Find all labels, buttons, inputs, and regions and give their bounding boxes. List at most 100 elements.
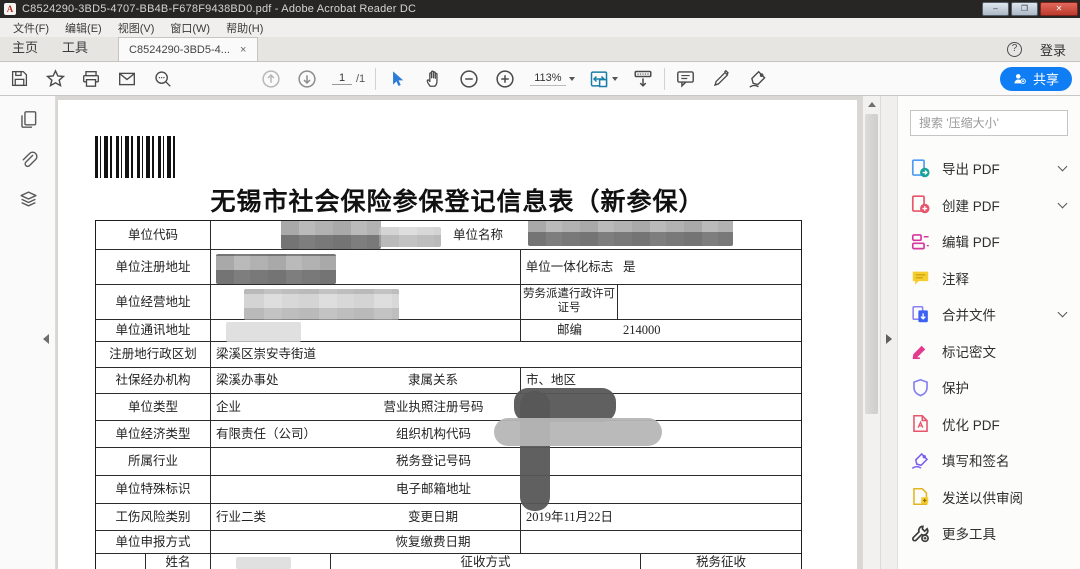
table-cell: 隶属关系 [346,368,521,393]
chevron-down-icon [612,77,618,81]
tool-export-pdf[interactable]: 导出 PDF [910,150,1068,187]
tool-label: 更多工具 [942,523,996,543]
close-button[interactable]: ✕ [1040,2,1078,16]
tool-label: 优化 PDF [942,414,1000,434]
redaction-block [281,220,381,249]
save-icon[interactable] [8,68,30,90]
tool-more-tools[interactable]: 更多工具 [910,515,1068,552]
attachments-icon[interactable] [0,142,56,176]
menu-help[interactable]: 帮助(H) [219,18,270,38]
table-cell: 行业二类 [211,504,346,530]
comment-tool-icon[interactable] [675,68,697,90]
share-button[interactable]: 共享 [1000,67,1072,91]
tool-optimize-pdf[interactable]: 优化 PDF [910,406,1068,443]
email-icon[interactable] [116,68,138,90]
table-row: 单位经营地址劳务派遣行政许可证号 [96,285,801,320]
redaction-block [494,418,662,446]
redaction-block [236,557,291,569]
expand-right-panel-icon[interactable] [886,334,892,344]
table-cell: 邮编 [521,320,618,341]
collapse-left-panel-icon[interactable] [43,334,49,344]
redaction-block [528,220,733,246]
scroll-up-icon[interactable] [863,96,880,112]
table-cell: 注册地行政区划 [96,342,211,367]
registration-table: 单位代码单位名称单位注册地址单位一体化标志是单位经营地址劳务派遣行政许可证号单位… [95,220,802,569]
tool-label: 编辑 PDF [942,231,1000,251]
table-cell: 所属行业 [96,448,211,475]
hand-tool-icon[interactable] [422,68,444,90]
table-row: 姓名征收方式税务征收 [96,554,801,569]
content-area: 无锡市社会保险参保登记信息表（新参保） 单位代码单位名称单位注册地址单位一体化标… [0,96,1080,569]
left-navigation-rail [0,96,56,569]
page-thumbnails-icon[interactable] [0,102,56,136]
tool-label: 填写和签名 [942,450,1010,470]
vertical-scrollbar[interactable] [862,96,880,569]
page-number-input[interactable]: 1 [332,72,352,85]
minimize-button[interactable]: ‒ [982,2,1009,16]
menu-window[interactable]: 窗口(W) [163,18,217,38]
table-cell: 梁溪区崇安寺街道 [211,342,801,367]
tool-protect[interactable]: 保护 [910,369,1068,406]
tool-label: 合并文件 [942,304,996,324]
tool-create-pdf[interactable]: 创建 PDF [910,187,1068,224]
table-cell: 214000 [618,320,801,341]
table-cell: 单位通讯地址 [96,320,211,341]
menu-view[interactable]: 视图(V) [111,18,162,38]
scrollbar-thumb[interactable] [865,114,878,414]
fit-width-dropdown[interactable] [589,69,618,89]
share-person-icon [1013,72,1027,86]
table-cell [96,554,146,569]
zoom-in-icon[interactable] [494,68,516,90]
chevron-down-icon [1058,308,1068,318]
form-title: 无锡市社会保险参保登记信息表（新参保） [58,182,857,218]
page-total: /1 [356,73,365,85]
tools-panel: 导出 PDF 创建 PDF 编辑 PDF [897,96,1080,569]
tool-send-review[interactable]: 发送以供审阅 [910,479,1068,516]
table-cell: 单位特殊标识 [96,476,211,503]
tab-tools[interactable]: 工具 [50,34,100,61]
chevron-down-icon [1058,198,1068,208]
zoom-out-icon[interactable] [458,68,480,90]
table-cell: 梁溪办事处 [211,368,346,393]
help-icon[interactable]: ? [1007,42,1022,57]
table-cell: 营业执照注册号码 [346,394,521,420]
tool-comment[interactable]: 注释 [910,260,1068,297]
selection-tool-icon[interactable] [386,68,408,90]
table-cell: 征收方式 [331,554,641,569]
table-cell: 恢复缴费日期 [346,531,521,553]
scroll-mode-icon[interactable] [632,68,654,90]
restore-button[interactable]: ❐ [1011,2,1038,16]
right-panel-collapse-strip[interactable] [880,96,897,569]
star-icon[interactable] [44,68,66,90]
table-cell: 单位代码 [96,221,211,249]
table-cell: 单位注册地址 [96,250,211,284]
tool-edit-pdf[interactable]: 编辑 PDF [910,223,1068,260]
table-cell: 单位申报方式 [96,531,211,553]
tab-bar: 主页 工具 C8524290-3BD5-4... × ? 登录 [0,37,1080,62]
tools-list: 导出 PDF 创建 PDF 编辑 PDF [910,150,1068,552]
login-button[interactable]: 登录 [1040,40,1066,59]
tool-combine-files[interactable]: 合并文件 [910,296,1068,333]
print-icon[interactable] [80,68,102,90]
table-row: 工伤风险类别行业二类变更日期2019年11月22日 [96,504,801,531]
export-pdf-icon [910,158,930,178]
tab-home[interactable]: 主页 [0,34,50,61]
layers-icon[interactable] [0,182,56,216]
previous-page-icon[interactable] [260,68,282,90]
send-review-icon [910,487,930,507]
sign-pen-icon[interactable] [747,68,769,90]
highlight-pen-icon[interactable] [711,68,733,90]
table-cell [211,448,346,475]
protect-shield-icon [910,377,930,397]
tool-redact[interactable]: 标记密文 [910,333,1068,370]
table-row: 单位注册地址单位一体化标志是 [96,250,801,285]
share-label: 共享 [1033,69,1059,88]
zoom-level-dropdown[interactable]: 113% [530,71,574,86]
next-page-icon[interactable] [296,68,318,90]
tab-close-icon[interactable]: × [240,44,246,56]
tab-document[interactable]: C8524290-3BD5-4... × [118,37,258,61]
search-zoom-icon[interactable] [152,68,174,90]
redaction-block [216,254,336,284]
tool-fill-sign[interactable]: 填写和签名 [910,442,1068,479]
tools-search-input[interactable] [910,110,1068,136]
